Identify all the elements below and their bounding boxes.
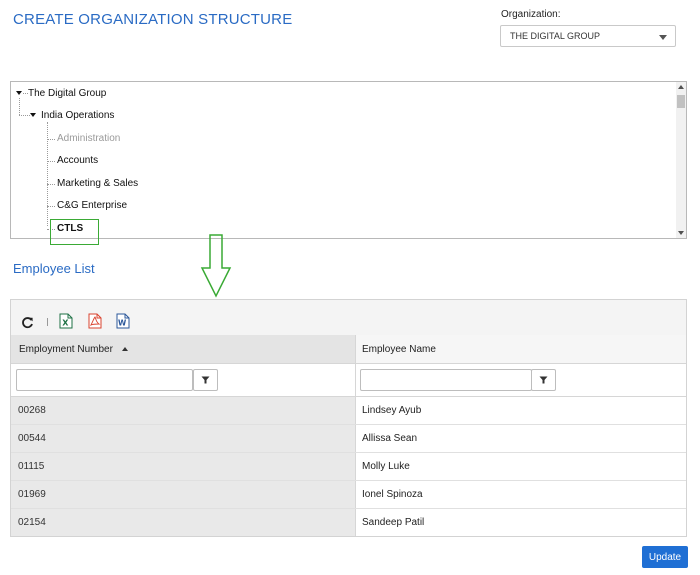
tree-node-administration[interactable]: Administration <box>57 133 120 144</box>
employment-number-cell: 01969 <box>11 481 356 508</box>
employee-name-cell: Allissa Sean <box>356 425 686 452</box>
page-title: CREATE ORGANIZATION STRUCTURE <box>13 11 293 28</box>
svg-text:X: X <box>62 319 69 328</box>
employee-name-cell: Sandeep Patil <box>356 509 686 536</box>
employee-name-cell: Lindsey Ayub <box>356 397 686 424</box>
organization-label: Organization: <box>501 9 561 20</box>
table-row[interactable]: 02154 Sandeep Patil <box>11 509 686 537</box>
employee-list-title: Employee List <box>13 261 95 276</box>
tree-connector <box>47 139 55 140</box>
toolbar-separator <box>47 318 48 326</box>
employee-name-cell: Molly Luke <box>356 453 686 480</box>
employment-number-filter-button[interactable] <box>193 369 218 391</box>
chevron-down-icon <box>659 35 667 40</box>
tree-node-india-operations[interactable]: India Operations <box>41 110 114 121</box>
tree-connector <box>47 161 55 162</box>
scroll-up-icon[interactable] <box>678 85 684 89</box>
organization-select[interactable]: THE DIGITAL GROUP <box>500 25 676 47</box>
tree-connector <box>19 115 30 116</box>
tree-node-cg-enterprise[interactable]: C&G Enterprise <box>57 200 127 211</box>
tree-connector <box>19 98 20 115</box>
filter-cell-employment-number <box>11 364 356 397</box>
filter-cell-employee-name <box>356 364 686 397</box>
employee-grid: X W Employment Number Employee Name 0026… <box>10 299 687 537</box>
employment-number-cell: 00544 <box>11 425 356 452</box>
column-header-label: Employee Name <box>362 343 436 355</box>
table-row[interactable]: 01969 Ionel Spinoza <box>11 481 686 509</box>
employment-number-cell: 02154 <box>11 509 356 536</box>
tree-node-accounts[interactable]: Accounts <box>57 155 98 166</box>
scroll-down-icon[interactable] <box>678 231 684 235</box>
employee-name-filter-button[interactable] <box>531 369 556 391</box>
tree-connector <box>47 122 48 226</box>
table-row[interactable]: 01115 Molly Luke <box>11 453 686 481</box>
tree-expand-icon[interactable] <box>16 91 22 95</box>
tree-node-marketing-sales[interactable]: Marketing & Sales <box>57 178 138 189</box>
column-header-employment-number[interactable]: Employment Number <box>11 335 356 364</box>
table-row[interactable]: 00268 Lindsey Ayub <box>11 397 686 425</box>
update-button[interactable]: Update <box>642 546 688 568</box>
employment-number-filter-input[interactable] <box>16 369 193 391</box>
filter-icon <box>539 376 548 384</box>
scrollbar-thumb[interactable] <box>677 95 685 108</box>
selected-node-highlight <box>50 219 99 245</box>
employment-number-cell: 00268 <box>11 397 356 424</box>
tree-connector <box>47 206 55 207</box>
sort-ascending-icon <box>121 347 128 351</box>
word-export-icon[interactable]: W <box>116 313 130 329</box>
column-header-employee-name[interactable]: Employee Name <box>356 335 686 364</box>
organization-select-value: THE DIGITAL GROUP <box>510 31 601 41</box>
refresh-icon[interactable] <box>21 316 34 329</box>
employee-name-filter-input[interactable] <box>360 369 532 391</box>
down-arrow-icon <box>200 234 232 298</box>
employment-number-cell: 01115 <box>11 453 356 480</box>
filter-icon <box>201 376 210 384</box>
excel-export-icon[interactable]: X <box>59 313 73 329</box>
grid-toolbar: X W <box>11 300 686 336</box>
org-tree-panel: The Digital Group India Operations Admin… <box>10 81 687 245</box>
svg-text:W: W <box>118 319 127 328</box>
tree-node-root[interactable]: The Digital Group <box>28 88 106 99</box>
column-header-label: Employment Number <box>19 343 113 355</box>
tree-expand-icon[interactable] <box>30 113 36 117</box>
pdf-export-icon[interactable] <box>88 313 102 329</box>
tree-connector <box>47 184 55 185</box>
table-row[interactable]: 00544 Allissa Sean <box>11 425 686 453</box>
tree-scrollbar[interactable] <box>676 82 686 238</box>
employee-name-cell: Ionel Spinoza <box>356 481 686 508</box>
